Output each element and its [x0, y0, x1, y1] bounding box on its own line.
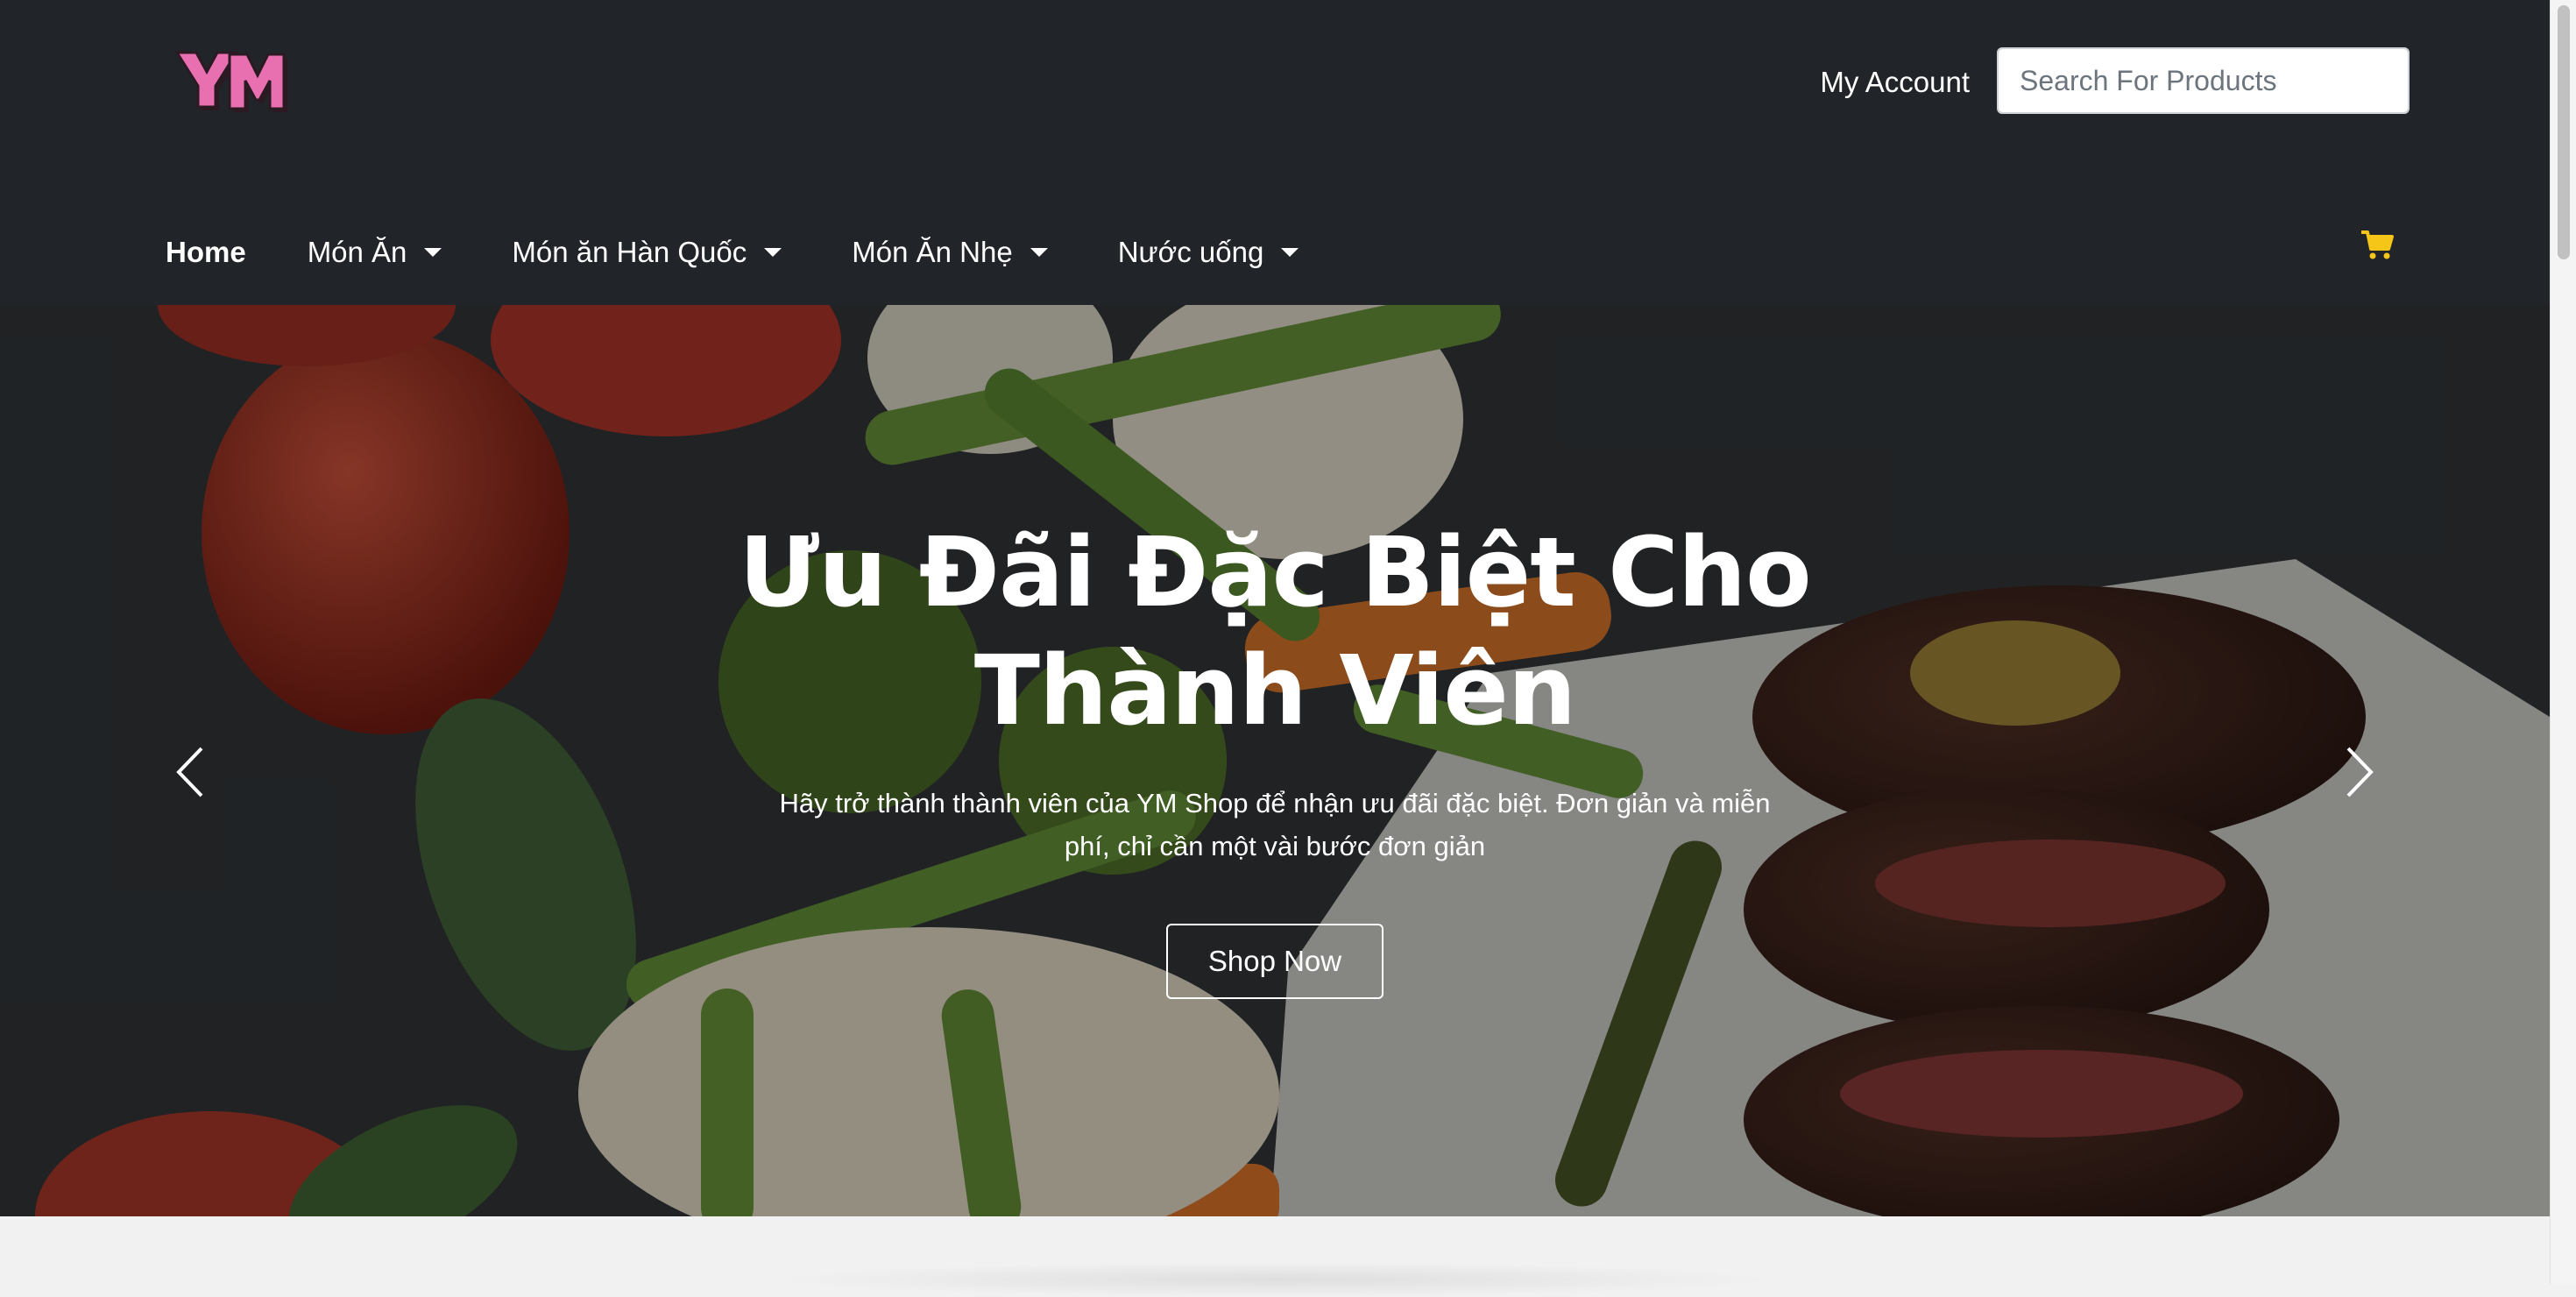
caret-down-icon: [1281, 248, 1299, 257]
nav-item-label: Nước uống: [1117, 236, 1264, 268]
caret-down-icon: [764, 248, 782, 257]
cart-icon: [2361, 230, 2394, 259]
hero-carousel: Ưu Đãi Đặc Biệt Cho Thành Viên Hãy trở t…: [0, 305, 2550, 1216]
nav-item-nuoc-uong[interactable]: Nước uống: [1118, 226, 1299, 279]
nav-item-label: Món ăn Hàn Quốc: [512, 236, 747, 268]
site-header: My Account Home Món Ăn Món ăn Hàn Quốc M…: [0, 0, 2550, 305]
carousel-next-button[interactable]: [2327, 733, 2388, 812]
nav-item-mon-an-han-quoc[interactable]: Món ăn Hàn Quốc: [512, 226, 782, 279]
hero-title: Ưu Đãi Đặc Biệt Cho Thành Viên: [739, 516, 1811, 747]
scrollbar-thumb[interactable]: [2558, 5, 2570, 259]
nav-item-label: Món Ăn: [307, 236, 407, 268]
chevron-left-icon: [176, 747, 203, 797]
hero-description: Hãy trở thành thành viên của YM Shop để …: [779, 788, 1771, 861]
hero-caption: Ưu Đãi Đặc Biệt Cho Thành Viên Hãy trở t…: [631, 514, 1919, 999]
section-shadow: [771, 1262, 1779, 1297]
nav-item-mon-an[interactable]: Món Ăn: [308, 226, 442, 279]
nav-item-mon-an-nhe[interactable]: Món Ăn Nhẹ: [852, 226, 1048, 279]
main-nav: Home Món Ăn Món ăn Hàn Quốc Món Ăn Nhẹ N…: [166, 226, 1369, 279]
carousel-prev-button[interactable]: [161, 733, 223, 812]
search-button[interactable]: [2409, 49, 2410, 112]
page-scrollbar[interactable]: [2550, 0, 2576, 1285]
nav-item-label: Món Ăn Nhẹ: [852, 236, 1013, 268]
search-bar: [1997, 47, 2410, 114]
search-input[interactable]: [1999, 49, 2408, 112]
shop-now-button[interactable]: Shop Now: [1165, 924, 1384, 999]
cart-button[interactable]: [2360, 230, 2394, 261]
logo[interactable]: [172, 46, 289, 116]
nav-item-label: Home: [166, 236, 246, 268]
nav-item-home[interactable]: Home: [166, 226, 246, 279]
my-account-link[interactable]: My Account: [1820, 63, 1970, 102]
caret-down-icon: [1030, 248, 1048, 257]
chevron-right-icon: [2346, 747, 2374, 797]
caret-down-icon: [424, 248, 442, 257]
